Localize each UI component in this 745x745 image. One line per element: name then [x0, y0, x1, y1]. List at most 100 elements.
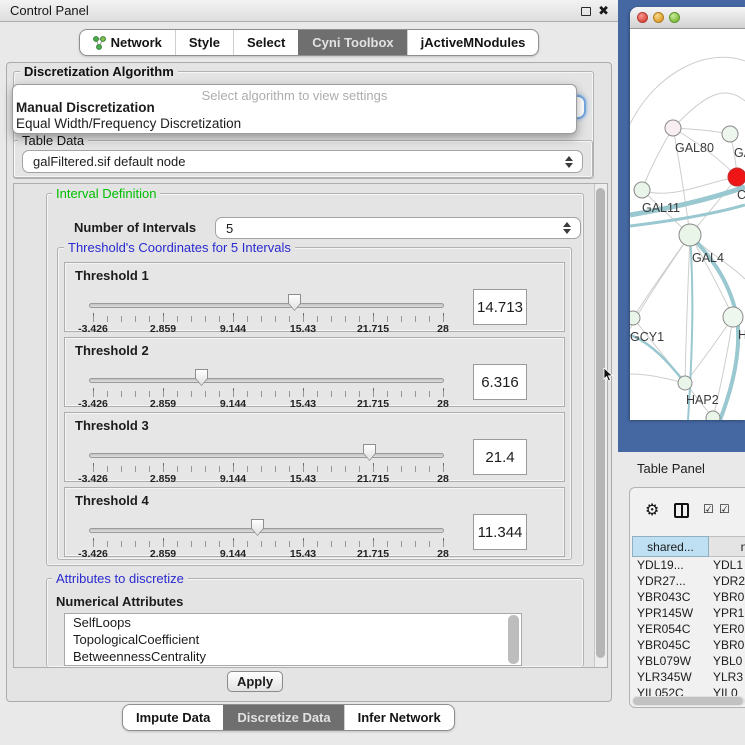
- minimize-traffic-light-icon[interactable]: [653, 12, 664, 23]
- tick-label: 21.715: [343, 473, 403, 485]
- table-row[interactable]: YBR045CYBR0: [632, 637, 745, 653]
- threshold-3-value-field[interactable]: 21.4: [473, 439, 527, 475]
- table-row[interactable]: YPR145WYPR1: [632, 605, 745, 621]
- threshold-4-value-field[interactable]: 11.344: [473, 514, 527, 550]
- cell[interactable]: YDR2: [709, 573, 745, 589]
- table-data-combobox-value: galFiltered.sif default node: [33, 154, 185, 169]
- float-window-icon[interactable]: [581, 7, 591, 16]
- tick-label: 9.144: [203, 548, 263, 560]
- apply-button[interactable]: Apply: [227, 671, 283, 692]
- tab-cyni-toolbox[interactable]: Cyni Toolbox: [298, 30, 406, 55]
- node-label-gal4: GAL4: [692, 251, 724, 265]
- threshold-1-slider-thumb[interactable]: [288, 294, 301, 311]
- tab-impute-data[interactable]: Impute Data: [123, 705, 223, 730]
- cell[interactable]: YER0: [709, 621, 745, 637]
- cell[interactable]: YLR345W: [632, 669, 709, 685]
- control-panel: Control Panel ✖ Network Style: [0, 0, 618, 745]
- combobox-arrows-icon: [565, 156, 573, 168]
- tick-label: 21.715: [343, 548, 403, 560]
- cell[interactable]: YIL0: [709, 685, 745, 696]
- table-row[interactable]: YBL079WYBL0: [632, 653, 745, 669]
- node-gal4[interactable]: [679, 224, 701, 246]
- node-gal80[interactable]: [665, 120, 681, 136]
- cell[interactable]: YLR3: [709, 669, 745, 685]
- threshold-2-value-field[interactable]: 6.316: [473, 364, 527, 400]
- cell[interactable]: YBL079W: [632, 653, 709, 669]
- cell[interactable]: YBR0: [709, 589, 745, 605]
- close-icon[interactable]: ✖: [598, 3, 609, 19]
- close-traffic-light-icon[interactable]: [637, 12, 648, 23]
- tab-style[interactable]: Style: [175, 30, 233, 55]
- table-row[interactable]: YDL19...YDL1: [632, 557, 745, 573]
- number-of-intervals-combobox[interactable]: 5: [215, 217, 581, 239]
- tick-label: 2.859: [133, 473, 193, 485]
- threshold-2-slider-thumb[interactable]: [195, 369, 208, 386]
- cell[interactable]: YBR045C: [632, 637, 709, 653]
- tick-label: 28: [413, 548, 473, 560]
- attributes-list-scrollbar[interactable]: [508, 615, 519, 664]
- panel-title: Control Panel: [10, 3, 89, 18]
- node-gcy1[interactable]: [630, 311, 640, 325]
- node-hap2[interactable]: [678, 376, 692, 390]
- cell[interactable]: YPR145W: [632, 605, 709, 621]
- network-canvas[interactable]: GAL80 GA C GAL11 GAL4 GCY1 H HAP2: [630, 29, 745, 420]
- algorithm-dropdown-popup: Select algorithm to view settings Manual…: [12, 84, 577, 134]
- node-red-selected[interactable]: [728, 168, 745, 186]
- threshold-3-label: Threshold 3: [75, 418, 149, 433]
- cell[interactable]: YBR043C: [632, 589, 709, 605]
- checkbox-checked-icon[interactable]: ☑: [719, 502, 730, 516]
- checkbox-checked-icon[interactable]: ☑: [703, 502, 714, 516]
- node-label-gcy1: GCY1: [630, 330, 664, 344]
- network-window-titlebar[interactable]: [630, 7, 745, 29]
- cell[interactable]: YDL19...: [632, 557, 709, 573]
- table-data-combobox[interactable]: galFiltered.sif default node: [22, 150, 583, 173]
- node-bottom[interactable]: [706, 411, 720, 420]
- list-item[interactable]: BetweennessCentrality: [65, 648, 521, 665]
- app-root: Control Panel ✖ Network Style: [0, 0, 745, 745]
- cell[interactable]: YBR0: [709, 637, 745, 653]
- horizontal-scrollbar-thumb[interactable]: [633, 697, 743, 705]
- tab-select[interactable]: Select: [233, 30, 298, 55]
- network-icon: [93, 36, 106, 50]
- cell[interactable]: YPR1: [709, 605, 745, 621]
- slider-minor-ticks: [93, 316, 445, 322]
- number-of-intervals-label: Number of Intervals: [74, 220, 196, 235]
- table-row[interactable]: YBR043CYBR0: [632, 589, 745, 605]
- column-header-shared-name[interactable]: shared...: [632, 536, 709, 557]
- list-item[interactable]: SelfLoops: [65, 614, 521, 631]
- node-gal11[interactable]: [634, 182, 650, 198]
- threshold-3-slider-track[interactable]: [89, 453, 444, 458]
- gear-icon[interactable]: ⚙: [645, 500, 659, 520]
- tab-network[interactable]: Network: [80, 30, 175, 55]
- tab-discretize-data[interactable]: Discretize Data: [223, 705, 343, 730]
- table-row[interactable]: YDR27...YDR2: [632, 573, 745, 589]
- vertical-scrollbar-thumb[interactable]: [596, 188, 605, 658]
- cell[interactable]: YIL052C: [632, 685, 709, 696]
- split-columns-icon[interactable]: [674, 503, 689, 518]
- threshold-3-slider-thumb[interactable]: [363, 444, 376, 461]
- table-row[interactable]: YIL052CYIL0: [632, 685, 745, 696]
- column-header-name[interactable]: na: [709, 536, 745, 557]
- node-h[interactable]: [723, 307, 743, 327]
- tab-infer-network[interactable]: Infer Network: [344, 705, 454, 730]
- tab-jactivemnodules[interactable]: jActiveMNodules: [407, 30, 539, 55]
- threshold-4-slider-thumb[interactable]: [251, 519, 264, 536]
- network-view-window: GAL80 GA C GAL11 GAL4 GCY1 H HAP2: [630, 7, 745, 420]
- cell[interactable]: YBL0: [709, 653, 745, 669]
- threshold-4-slider-track[interactable]: [89, 528, 444, 533]
- cell[interactable]: YDL1: [709, 557, 745, 573]
- threshold-1-value-field[interactable]: 14.713: [473, 289, 527, 325]
- table-row[interactable]: YLR345WYLR3: [632, 669, 745, 685]
- threshold-1-slider-track[interactable]: [89, 303, 444, 308]
- numerical-attributes-list[interactable]: SelfLoops TopologicalCoefficient Between…: [64, 613, 522, 666]
- threshold-2-slider-track[interactable]: [89, 378, 444, 383]
- table-row[interactable]: YER054CYER0: [632, 621, 745, 637]
- tab-network-label: Network: [111, 35, 162, 50]
- popup-item-equal-width-frequency[interactable]: Equal Width/Frequency Discretization: [13, 116, 576, 132]
- zoom-traffic-light-icon[interactable]: [669, 12, 680, 23]
- node-label-gal80: GAL80: [675, 141, 714, 155]
- cell[interactable]: YER054C: [632, 621, 709, 637]
- list-item[interactable]: TopologicalCoefficient: [65, 631, 521, 648]
- node-ga[interactable]: [722, 126, 738, 142]
- cell[interactable]: YDR27...: [632, 573, 709, 589]
